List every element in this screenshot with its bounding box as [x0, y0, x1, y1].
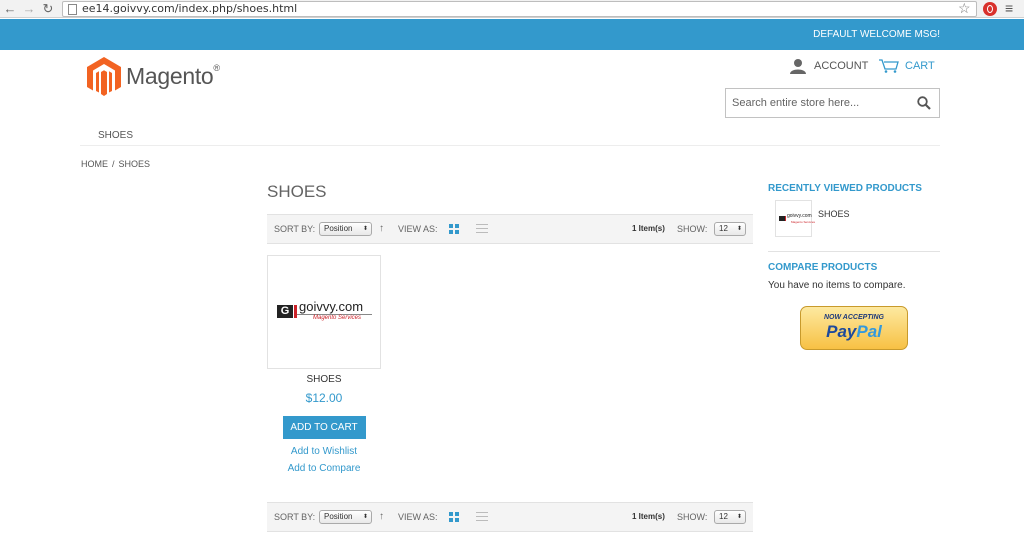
reload-icon[interactable]: ↻ — [41, 1, 55, 17]
main-navigation: SHOES — [80, 118, 940, 146]
goivvy-logo-bar — [294, 305, 297, 318]
goivvy-brand-text: goivvy.com — [787, 213, 812, 219]
product-name[interactable]: SHOES — [267, 374, 381, 385]
select-arrows-icon: ⬍ — [362, 226, 368, 232]
toolbar-top: SORT BY: Position ⬍ ↑ VIEW AS: 1 Item(s) … — [267, 214, 753, 244]
welcome-bar: DEFAULT WELCOME MSG! — [0, 19, 1024, 50]
url-text[interactable]: ee14.goivvy.com/index.php/shoes.html — [82, 2, 297, 16]
select-arrows-icon: ⬍ — [736, 514, 742, 520]
compare-products-title: COMPARE PRODUCTS — [768, 262, 878, 273]
recently-viewed-item-name[interactable]: SHOES — [818, 209, 850, 219]
address-bar[interactable]: ee14.goivvy.com/index.php/shoes.html — [62, 1, 977, 17]
grid-view-icon[interactable] — [449, 224, 459, 234]
paypal-now-accepting: NOW ACCEPTING — [823, 314, 885, 321]
sort-direction-arrow-icon[interactable]: ↑ — [379, 511, 384, 522]
page-icon — [68, 4, 77, 15]
breadcrumb-current: SHOES — [118, 159, 151, 169]
cart-link[interactable]: CART — [879, 58, 935, 74]
compare-empty-message: You have no items to compare. — [768, 280, 906, 291]
cart-label: CART — [905, 60, 935, 72]
back-arrow-icon[interactable]: ← — [3, 1, 17, 17]
breadcrumb-separator: / — [112, 159, 115, 169]
show-limit-select[interactable]: 12 ⬍ — [714, 222, 746, 236]
account-label: ACCOUNT — [814, 60, 869, 72]
search-input[interactable] — [732, 97, 907, 109]
show-label: SHOW: — [677, 512, 708, 522]
goivvy-tagline: Magento Services — [791, 220, 816, 224]
show-limit-select[interactable]: 12 ⬍ — [714, 510, 746, 524]
show-limit-value: 12 — [719, 512, 728, 521]
sidebar-divider — [768, 251, 940, 252]
store-logo[interactable]: Magento® — [87, 57, 247, 99]
product-image[interactable]: G goivvy.com Magento Services — [267, 255, 381, 369]
paypal-badge[interactable]: NOW ACCEPTING PayPal — [800, 306, 908, 350]
recently-viewed-thumbnail[interactable]: goivvy.com Magento Services — [775, 200, 816, 237]
browser-menu-icon[interactable]: ≡ — [1005, 0, 1013, 16]
add-to-cart-button[interactable]: ADD TO CART — [282, 416, 366, 439]
forward-arrow-icon[interactable]: → — [22, 1, 36, 17]
welcome-message: DEFAULT WELCOME MSG! — [813, 29, 940, 40]
item-count: 1 Item(s) — [632, 224, 665, 233]
breadcrumb-home[interactable]: HOME — [81, 159, 108, 169]
view-as-label: VIEW AS: — [398, 224, 438, 234]
show-limit-value: 12 — [719, 224, 728, 233]
goivvy-tagline: Magento Services — [313, 315, 362, 321]
nav-item-shoes[interactable]: SHOES — [98, 130, 133, 141]
account-link[interactable]: ACCOUNT — [790, 58, 868, 74]
sort-by-select[interactable]: Position ⬍ — [319, 222, 372, 236]
sort-by-value: Position — [324, 512, 353, 521]
select-arrows-icon: ⬍ — [736, 226, 742, 232]
add-to-wishlist-link[interactable]: Add to Wishlist — [267, 446, 381, 457]
goivvy-brand-text: goivvy.com — [299, 299, 364, 314]
add-to-compare-link[interactable]: Add to Compare — [267, 463, 381, 474]
grid-view-icon[interactable] — [449, 512, 459, 522]
magento-logo-icon — [87, 57, 121, 96]
search-form — [725, 88, 940, 118]
sort-by-value: Position — [324, 224, 353, 233]
cart-icon — [879, 59, 899, 73]
view-as-label: VIEW AS: — [398, 512, 438, 522]
bookmark-star-icon[interactable]: ☆ — [958, 0, 971, 16]
sort-by-select[interactable]: Position ⬍ — [319, 510, 372, 524]
goivvy-logo-mark: G — [277, 305, 293, 318]
page-title: SHOES — [267, 182, 327, 201]
product-item: G goivvy.com Magento Services SHOES $12.… — [267, 255, 381, 474]
breadcrumb: HOME / SHOES — [81, 159, 150, 169]
search-icon[interactable] — [917, 96, 931, 110]
goivvy-logo-bar — [785, 216, 786, 221]
sort-by-label: SORT BY: — [274, 224, 316, 234]
product-price: $12.00 — [305, 391, 343, 405]
item-count: 1 Item(s) — [632, 512, 665, 521]
browser-toolbar: ← → ↻ ee14.goivvy.com/index.php/shoes.ht… — [0, 0, 1024, 18]
sort-direction-arrow-icon[interactable]: ↑ — [379, 223, 384, 234]
recently-viewed-title: RECENTLY VIEWED PRODUCTS — [768, 183, 922, 194]
extension-icon[interactable] — [983, 2, 997, 16]
toolbar-bottom: SORT BY: Position ⬍ ↑ VIEW AS: 1 Item(s) … — [267, 502, 753, 532]
list-view-icon[interactable] — [476, 512, 488, 522]
show-label: SHOW: — [677, 224, 708, 234]
list-view-icon[interactable] — [476, 224, 488, 234]
logo-wordmark: Magento® — [126, 63, 220, 89]
paypal-logo: PayPal — [826, 322, 882, 341]
sort-by-label: SORT BY: — [274, 512, 316, 522]
select-arrows-icon: ⬍ — [362, 514, 368, 520]
account-icon — [790, 59, 806, 74]
